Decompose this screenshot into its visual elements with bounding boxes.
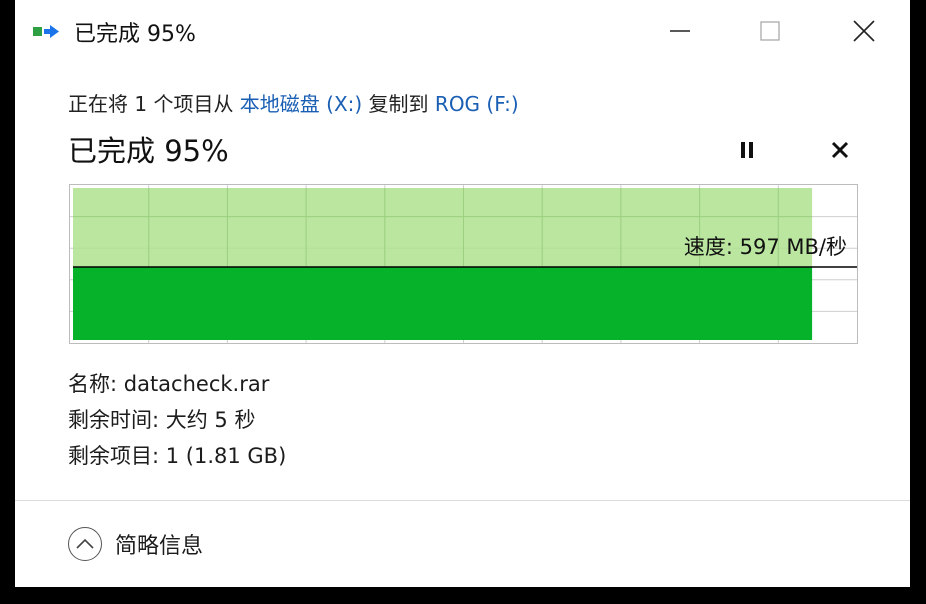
source-link[interactable]: 本地磁盘 (X:)	[240, 92, 362, 116]
less-details-button[interactable]: 简略信息	[68, 527, 203, 561]
minimize-icon	[670, 30, 690, 32]
transfer-details: 名称: datacheck.rar 剩余时间: 大约 5 秒 剩余项目: 1 (…	[68, 366, 286, 474]
copy-dialog: 已完成 95% 正在将 1 个项目从 本地磁盘 (X:) 复制到 ROG (F:…	[15, 0, 910, 587]
chevron-up-icon	[68, 527, 102, 561]
maximize-button[interactable]	[747, 8, 793, 54]
pause-icon	[741, 142, 753, 158]
cancel-button[interactable]	[826, 136, 854, 164]
window-title: 已完成 95%	[74, 22, 196, 47]
items-remaining: 剩余项目: 1 (1.81 GB)	[68, 444, 287, 468]
file-name: 名称: datacheck.rar	[68, 372, 270, 396]
speed-label: 速度: 597 MB/秒	[683, 235, 847, 259]
transfer-speed-graph: 速度: 597 MB/秒	[69, 184, 858, 344]
pause-button[interactable]	[733, 136, 761, 164]
cancel-icon	[831, 141, 849, 159]
title-bar: 已完成 95%	[15, 0, 910, 62]
close-button[interactable]	[841, 8, 887, 54]
time-remaining: 剩余时间: 大约 5 秒	[68, 408, 256, 432]
operation-description: 正在将 1 个项目从 本地磁盘 (X:) 复制到 ROG (F:)	[68, 88, 519, 117]
operation-middle: 复制到	[362, 92, 435, 116]
minimize-button[interactable]	[657, 8, 703, 54]
copy-transfer-icon	[33, 22, 61, 42]
close-icon	[853, 20, 875, 42]
operation-prefix: 正在将 1 个项目从	[68, 92, 240, 116]
destination-link[interactable]: ROG (F:)	[435, 92, 519, 116]
less-details-label: 简略信息	[115, 534, 204, 559]
maximize-icon	[760, 21, 780, 41]
speed-graph-canvas	[70, 185, 857, 343]
footer: 简略信息	[15, 501, 910, 587]
progress-status: 已完成 95%	[68, 134, 229, 168]
speed-area	[73, 267, 813, 340]
